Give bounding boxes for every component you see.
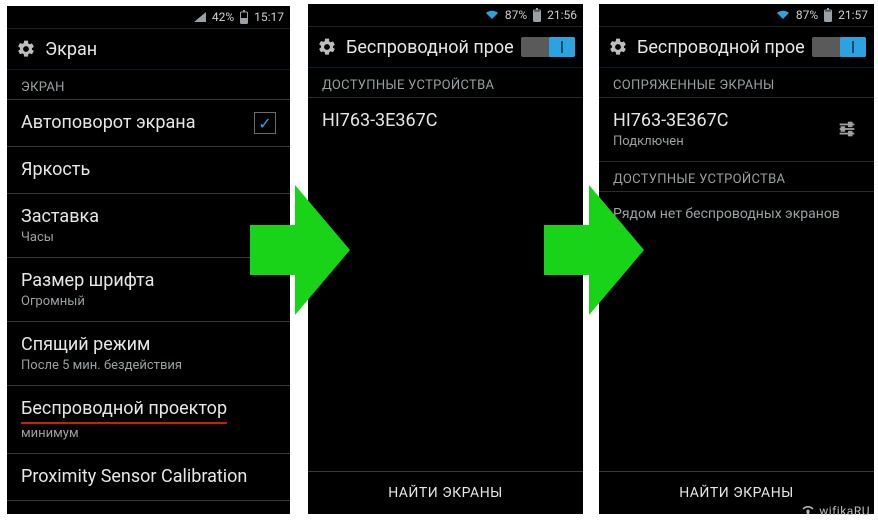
row-proximity-calibration[interactable]: Proximity Sensor Calibration: [7, 454, 290, 500]
row-empty: Рядом нет беспроводных экранов: [599, 192, 874, 234]
gear-icon[interactable]: [15, 38, 37, 60]
label: Беспроводной проектор: [21, 398, 227, 424]
label: Proximity Sensor Calibration: [21, 466, 276, 488]
battery-icon: [240, 10, 248, 24]
title-bar: Беспроводной проектор: [308, 27, 583, 68]
clock: 21:56: [547, 8, 577, 22]
button-label: НАЙТИ ЭКРАНЫ: [388, 485, 503, 501]
sliders-icon[interactable]: [836, 118, 860, 142]
label: Спящий режим: [21, 334, 276, 356]
wifi-icon: [485, 10, 499, 20]
page-title: Беспроводной проектор: [346, 37, 513, 58]
sublabel: Часы: [21, 230, 276, 245]
clock: 15:17: [254, 10, 284, 24]
page-title: Беспроводной проектор: [637, 37, 804, 58]
wifi-icon: [801, 504, 815, 518]
status-bar: 42% 15:17: [7, 6, 290, 29]
section-paired-screens: СОПРЯЖЕННЫЕ ЭКРАНЫ: [599, 68, 874, 97]
screen-1-display-settings: 42% 15:17 Экран ЭКРАН Автоповорот экрана…: [7, 6, 290, 514]
battery-percent: 87%: [796, 8, 818, 22]
battery-icon: [824, 8, 832, 22]
status-bar: 87% 21:56: [308, 4, 583, 27]
device-name: HI763-3E367C: [613, 110, 836, 132]
row-wireless-projector[interactable]: Беспроводной проектор минимум: [7, 386, 290, 453]
row-screensaver[interactable]: Заставка Часы: [7, 194, 290, 257]
battery-icon: [533, 8, 541, 22]
screen-3-wireless-projector-connected: 87% 21:57 Беспроводной проектор СОПРЯЖЕН…: [599, 4, 874, 514]
screen-2-wireless-projector-list: 87% 21:56 Беспроводной проектор ДОСТУПНЫ…: [308, 4, 583, 514]
title-bar: Беспроводной проектор: [599, 27, 874, 68]
row-sleep[interactable]: Спящий режим После 5 мин. бездействия: [7, 322, 290, 385]
battery-percent: 42%: [212, 10, 234, 24]
section-available-devices: ДОСТУПНЫЕ УСТРОЙСТВА: [599, 162, 874, 191]
row-paired-device[interactable]: HI763-3E367C Подключен: [599, 98, 874, 161]
device-status: Подключен: [613, 134, 836, 149]
row-brightness[interactable]: Яркость: [7, 147, 290, 193]
master-toggle[interactable]: [521, 37, 575, 57]
wifi-icon: [776, 10, 790, 20]
watermark: wifikaRU: [801, 504, 870, 518]
label: Заставка: [21, 206, 276, 228]
checkbox-icon[interactable]: ✓: [254, 112, 276, 134]
page-title: Экран: [45, 39, 282, 60]
sublabel: После 5 мин. бездействия: [21, 358, 276, 373]
label: Яркость: [21, 159, 276, 181]
label: Размер шрифта: [21, 270, 276, 292]
sublabel: минимум: [21, 426, 276, 441]
sublabel: Огромный: [21, 294, 276, 309]
battery-percent: 87%: [505, 8, 527, 22]
row-fontsize[interactable]: Размер шрифта Огромный: [7, 258, 290, 321]
device-name: HI763-3E367C: [322, 110, 569, 132]
row-device[interactable]: HI763-3E367C: [308, 98, 583, 144]
master-toggle[interactable]: [812, 37, 866, 57]
section-available-devices: ДОСТУПНЫЕ УСТРОЙСТВА: [308, 68, 583, 97]
title-bar: Экран: [7, 29, 290, 70]
signal-icon: [194, 12, 206, 22]
clock: 21:57: [838, 8, 868, 22]
gear-icon[interactable]: [607, 36, 629, 58]
find-screens-button[interactable]: НАЙТИ ЭКРАНЫ: [308, 471, 583, 514]
button-label: НАЙТИ ЭКРАНЫ: [679, 485, 794, 501]
row-gsensor-calibration[interactable]: G-Sensor calibration: [7, 501, 290, 514]
status-bar: 87% 21:57: [599, 4, 874, 27]
row-autorotate[interactable]: Автоповорот экрана ✓: [7, 100, 290, 146]
section-screen: ЭКРАН: [7, 70, 290, 99]
watermark-text: wifikaRU: [819, 504, 870, 518]
label: G-Sensor calibration: [21, 513, 276, 514]
label: Автоповорот экрана: [21, 112, 254, 134]
empty-text: Рядом нет беспроводных экранов: [613, 206, 860, 222]
gear-icon[interactable]: [316, 36, 338, 58]
